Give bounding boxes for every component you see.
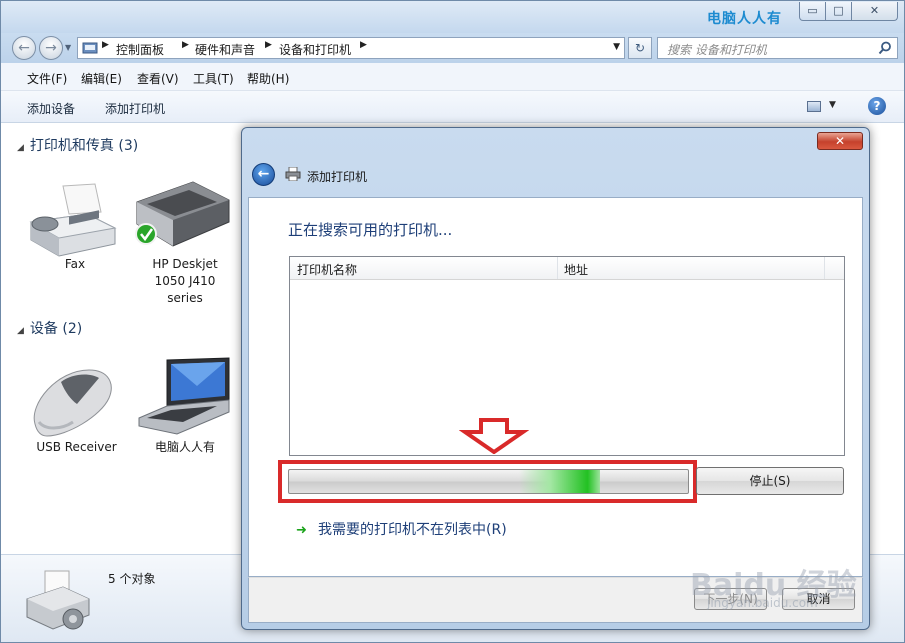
not-listed-label: 我需要的打印机不在列表中(R) [318,522,507,538]
address-dropdown-icon[interactable]: ▼ [613,42,620,52]
change-view-icon[interactable] [807,101,821,112]
hp-printer-icon[interactable] [133,174,233,256]
add-printer-button[interactable]: 添加打印机 [105,100,165,117]
view-dropdown-icon[interactable]: ▼ [829,100,836,110]
dialog-back-button[interactable]: ← [252,163,275,186]
list-header: 打印机名称 地址 [290,257,844,280]
hp-label-line2: 1050 J410 [154,274,216,288]
recent-pages-dropdown-icon[interactable]: ▼ [65,43,71,52]
mouse-icon[interactable] [27,364,117,440]
hp-label-line3: series [167,291,203,305]
address-bar[interactable]: ▶ 控制面板 ▶ 硬件和声音 ▶ 设备和打印机 ▶ ▼ [77,37,625,59]
dialog-body: 正在搜索可用的打印机... 打印机名称 地址 停止(S) ➜ 我需要的打印机不在列… [248,197,863,577]
printer-icon [285,167,301,181]
minimize-button[interactable]: ▭ [799,2,826,21]
add-device-button[interactable]: 添加设备 [27,100,75,117]
hp-printer-label[interactable]: HP Deskjet 1050 J410 series [141,256,229,307]
watermark-title: 电脑人人有 [707,11,782,27]
column-divider[interactable] [824,257,825,279]
column-address[interactable]: 地址 [564,261,588,278]
menu-tools[interactable]: 工具(T) [193,70,234,87]
maximize-button[interactable]: □ [825,2,852,21]
breadcrumb-chevron-icon[interactable]: ▶ [360,40,367,50]
laptop-label[interactable]: 电脑人人有 [147,439,223,456]
devices-printers-icon [26,570,90,630]
search-input[interactable]: 搜索 设备和打印机 [657,37,898,59]
hp-label-line1: HP Deskjet [152,257,218,271]
stop-button[interactable]: 停止(S) [696,467,844,495]
fax-icon[interactable] [25,182,119,260]
printer-not-listed-link[interactable]: ➜ 我需要的打印机不在列表中(R) [296,519,507,539]
forward-button[interactable]: → [39,36,63,60]
group-label-devices: 设备 (2) [29,321,83,337]
close-window-button[interactable]: ✕ [851,2,898,21]
search-progress-bar [288,469,689,494]
item-count: 5 个对象 [108,572,156,586]
breadcrumb-control-panel[interactable]: 控制面板 [116,41,164,58]
title-bar: 电脑人人有 ▭ □ ✕ [1,1,904,33]
search-icon[interactable] [878,41,892,55]
search-placeholder: 搜索 设备和打印机 [667,43,767,57]
breadcrumb-hardware-sound[interactable]: 硬件和声音 [195,41,255,58]
add-printer-dialog: ✕ ← 添加打印机 正在搜索可用的打印机... 打印机名称 地址 停止(S) ➜… [241,127,870,630]
breadcrumb-chevron-icon[interactable]: ▶ [182,40,189,50]
collapse-triangle-icon[interactable]: ◢ [17,143,24,153]
collapse-triangle-icon[interactable]: ◢ [17,326,24,336]
breadcrumb-chevron-icon[interactable]: ▶ [265,40,272,50]
group-header-printers[interactable]: ◢ 打印机和传真 (3) [17,135,138,155]
green-arrow-icon: ➜ [296,523,307,538]
menu-file[interactable]: 文件(F) [27,70,67,87]
group-label-printers: 打印机和传真 (3) [29,138,139,154]
printer-results-list[interactable]: 打印机名称 地址 [289,256,845,456]
menu-bar: 文件(F) 编辑(E) 查看(V) 工具(T) 帮助(H) [1,63,904,91]
refresh-button[interactable]: ↻ [628,37,652,59]
control-panel-icon [82,42,98,54]
usb-receiver-label[interactable]: USB Receiver [29,439,124,456]
breadcrumb-chevron-icon[interactable]: ▶ [102,40,109,50]
baidu-watermark-url: jingyan.baidu.com [707,596,818,610]
menu-edit[interactable]: 编辑(E) [81,70,122,87]
dialog-close-button[interactable]: ✕ [817,132,863,150]
column-divider[interactable] [557,257,558,279]
group-header-devices[interactable]: ◢ 设备 (2) [17,318,82,338]
help-icon[interactable]: ? [868,97,886,115]
column-printer-name[interactable]: 打印机名称 [297,261,357,278]
menu-view[interactable]: 查看(V) [137,70,179,87]
command-bar: 添加设备 添加打印机 ▼ ? [1,91,904,123]
breadcrumb-devices-printers[interactable]: 设备和打印机 [279,41,351,58]
dialog-title: 添加打印机 [307,170,368,184]
address-row: ← → ▼ ▶ 控制面板 ▶ 硬件和声音 ▶ 设备和打印机 ▶ ▼ ↻ 搜索 设… [1,33,904,63]
dialog-header: ← 添加打印机 [248,153,863,195]
laptop-icon[interactable] [137,356,232,438]
menu-help[interactable]: 帮助(H) [247,70,289,87]
searching-heading: 正在搜索可用的打印机... [288,221,453,239]
back-button[interactable]: ← [12,36,36,60]
progress-fill [289,470,601,493]
down-arrow-annotation-icon [459,418,529,454]
fax-label[interactable]: Fax [45,256,105,273]
